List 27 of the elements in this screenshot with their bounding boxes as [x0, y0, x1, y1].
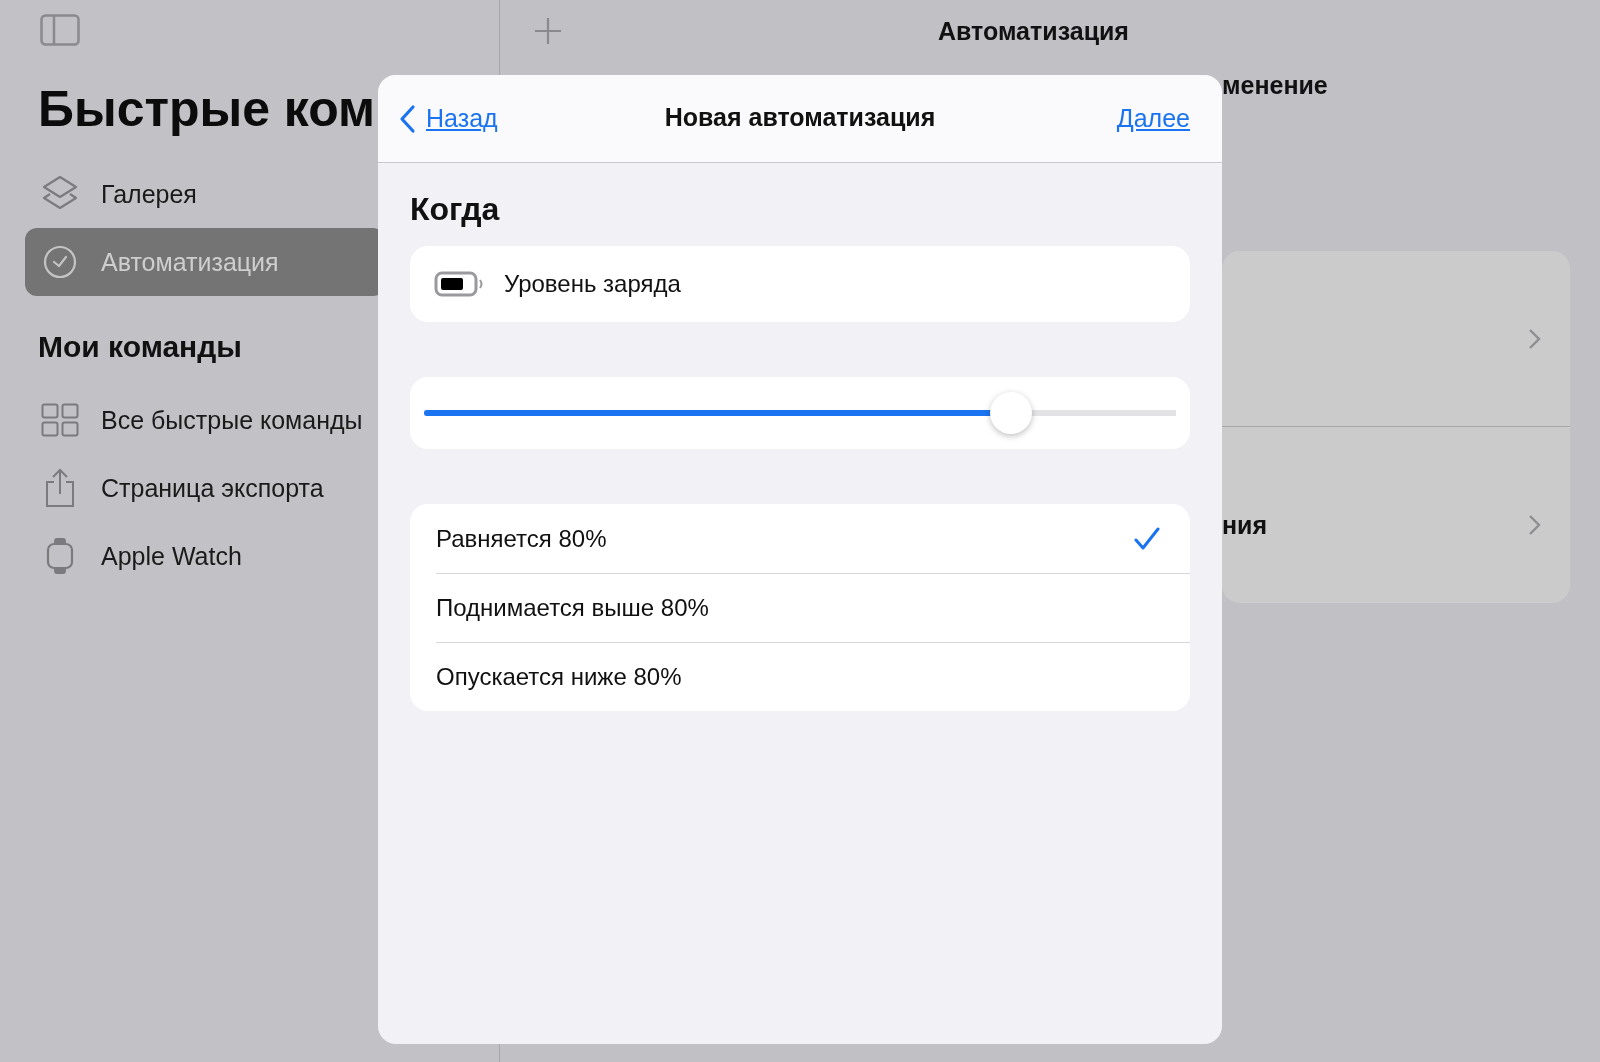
- chevron-right-icon[interactable]: [1528, 327, 1542, 350]
- option-row[interactable]: Поднимается выше 80%: [436, 573, 1190, 642]
- chevron-left-icon: [398, 103, 416, 134]
- section-title: Мои команды: [38, 330, 243, 364]
- checkmark-icon: [1134, 526, 1160, 551]
- sidebar-item[interactable]: Все быстрые команды: [25, 386, 385, 454]
- next-link[interactable]: Далее: [1116, 104, 1190, 133]
- sidebar-item[interactable]: Галерея: [25, 160, 385, 228]
- modal-title: Новая автоматизация: [664, 103, 936, 132]
- section-heading: Когда: [410, 191, 501, 228]
- alarm-clock-icon: [41, 244, 79, 280]
- trigger-label: Уровень заряда: [504, 270, 681, 298]
- subtitle-text: менение: [1222, 71, 1329, 101]
- sidebar-item[interactable]: Apple Watch: [25, 522, 385, 590]
- row-text: ния: [1222, 510, 1268, 540]
- slider-thumb[interactable]: [989, 392, 1032, 434]
- app-title: Быстрые ком: [38, 80, 376, 138]
- option-row[interactable]: Опускается ниже 80%: [436, 642, 1190, 711]
- page-title: Автоматизация: [938, 16, 1129, 46]
- plus-icon[interactable]: [534, 17, 562, 45]
- grid-icon: [41, 403, 79, 437]
- option-row[interactable]: Равняется 80%: [436, 504, 1190, 573]
- sidebar-toggle-icon[interactable]: [40, 14, 80, 46]
- chevron-right-icon[interactable]: [1528, 514, 1542, 536]
- sidebar-item[interactable]: Страница экспорта: [25, 454, 385, 522]
- back-link[interactable]: Назад: [398, 103, 498, 134]
- battery-icon: [434, 271, 484, 297]
